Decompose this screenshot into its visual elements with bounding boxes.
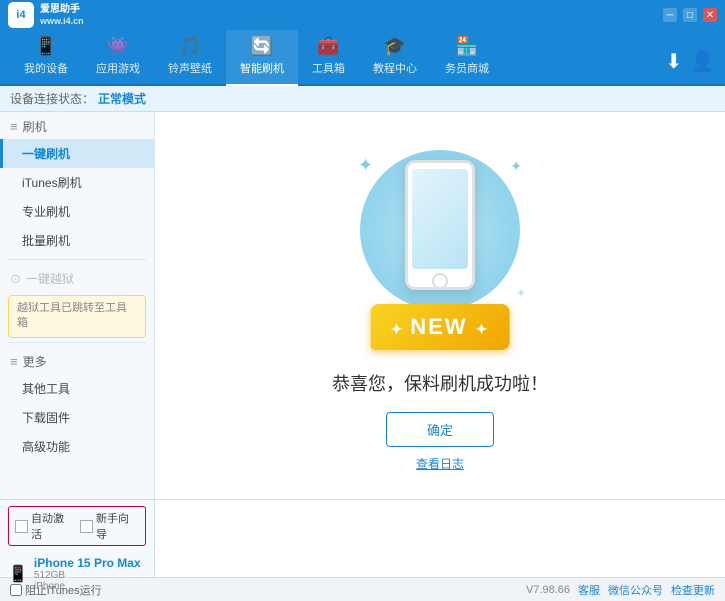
nav-bar: 📱 我的设备 👾 应用游戏 🎵 铃声壁纸 🔄 智能刷机 🧰 工具箱 🎓 教程中心… — [0, 30, 725, 86]
sidebar-item-itunes[interactable]: iTunes刷机 — [0, 168, 154, 197]
toolbox-icon: 🧰 — [317, 36, 339, 57]
ringtones-icon: 🎵 — [179, 36, 201, 57]
sidebar-divider-2 — [8, 342, 146, 343]
bottom-left: 自动激活 新手向导 📱 iPhone 15 Pro Max 512GB iPho… — [0, 500, 155, 577]
sidebar-item-other-tools[interactable]: 其他工具 — [0, 374, 154, 403]
tutorials-icon: 🎓 — [384, 36, 406, 57]
sidebar-item-download-fw[interactable]: 下载固件 — [0, 403, 154, 432]
status-bar: 设备连接状态： 正常模式 — [0, 86, 725, 112]
phone-home-button — [432, 273, 448, 289]
log-link[interactable]: 查看日志 — [416, 455, 464, 472]
window-controls[interactable]: ─ □ ✕ — [663, 8, 717, 22]
device-name: iPhone 15 Pro Max — [34, 556, 141, 570]
device-storage: 512GB — [34, 570, 141, 581]
auto-activate-checkbox[interactable] — [15, 520, 28, 533]
footer-version: V7.98.66 — [526, 584, 570, 596]
smart-flash-icon: 🔄 — [251, 36, 273, 57]
nav-tutorials[interactable]: 🎓 教程中心 — [359, 30, 431, 86]
sidebar-item-batch[interactable]: 批量刷机 — [0, 226, 154, 255]
jailbreak-section-icon: ⊙ — [10, 271, 21, 287]
sidebar-section-jailbreak: ⊙ 一键越狱 — [0, 264, 154, 291]
close-btn[interactable]: ✕ — [703, 8, 717, 22]
success-message: 恭喜您，保料刷机成功啦！ — [332, 370, 548, 396]
sparkle-br-icon: ✦ — [516, 286, 526, 300]
footer-link-wechat[interactable]: 微信公众号 — [608, 582, 663, 598]
nav-toolbox[interactable]: 🧰 工具箱 — [298, 30, 359, 86]
nav-ringtones[interactable]: 🎵 铃声壁纸 — [154, 30, 226, 86]
user-icon[interactable]: 👤 — [690, 49, 715, 74]
more-section-icon: ≡ — [10, 354, 18, 369]
sidebar-section-more: ≡ 更多 — [0, 347, 154, 374]
title-bar-right: ─ □ ✕ — [663, 8, 717, 22]
download-icon[interactable]: ⬇ — [665, 49, 682, 74]
jailbreak-notice: 越狱工具已跳转至工具箱 — [8, 295, 146, 338]
sidebar-item-one-click[interactable]: 一键刷机 — [0, 139, 154, 168]
new-badge: NEW — [371, 304, 510, 350]
itunes-block-checkbox[interactable] — [10, 584, 22, 596]
sidebar: ≡ 刷机 一键刷机 iTunes刷机 专业刷机 批量刷机 ⊙ 一键越狱 越狱工具… — [0, 112, 155, 499]
minimize-btn[interactable]: ─ — [663, 8, 677, 22]
itunes-block-label[interactable]: 阻止iTunes运行 — [10, 582, 102, 598]
maximize-btn[interactable]: □ — [683, 8, 697, 22]
content-area: ✦ ✦ ✦ NEW 恭喜您，保料刷机成功啦！ 确定 查看日志 — [155, 112, 725, 499]
checkbox-group: 自动激活 新手向导 — [8, 506, 146, 546]
logo-icon: i4 — [8, 2, 34, 28]
flash-section-icon: ≡ — [10, 119, 18, 134]
logo-text: 爱思助手 www.i4.cn — [40, 4, 84, 27]
sidebar-section-flash: ≡ 刷机 — [0, 112, 154, 139]
service-icon: 🏪 — [456, 36, 478, 57]
auto-activate-label[interactable]: 自动激活 — [15, 510, 74, 542]
sidebar-item-pro[interactable]: 专业刷机 — [0, 197, 154, 226]
status-label: 设备连接状态： — [10, 90, 94, 107]
nav-my-device[interactable]: 📱 我的设备 — [10, 30, 82, 86]
sidebar-item-advanced[interactable]: 高级功能 — [0, 432, 154, 461]
nav-apps-games[interactable]: 👾 应用游戏 — [82, 30, 154, 86]
sidebar-divider-1 — [8, 259, 146, 260]
my-device-icon: 📱 — [35, 36, 57, 57]
phone-body — [405, 160, 475, 290]
confirm-button[interactable]: 确定 — [386, 412, 494, 447]
main-layout: ≡ 刷机 一键刷机 iTunes刷机 专业刷机 批量刷机 ⊙ 一键越狱 越狱工具… — [0, 112, 725, 499]
bottom-section: 自动激活 新手向导 📱 iPhone 15 Pro Max 512GB iPho… — [0, 499, 725, 577]
sparkle-tr-icon: ✦ — [510, 158, 522, 175]
nav-service[interactable]: 🏪 务员商城 — [431, 30, 503, 86]
footer-link-update[interactable]: 检查更新 — [671, 582, 715, 598]
footer-link-service[interactable]: 客服 — [578, 582, 600, 598]
title-bar: i4 爱思助手 www.i4.cn ─ □ ✕ — [0, 0, 725, 30]
nav-smart-flash[interactable]: 🔄 智能刷机 — [226, 30, 298, 86]
phone-screen — [412, 169, 468, 269]
sparkle-tl-icon: ✦ — [358, 155, 373, 176]
phone-illustration: ✦ ✦ ✦ NEW — [340, 140, 540, 350]
guide-label[interactable]: 新手向导 — [80, 510, 139, 542]
status-value: 正常模式 — [98, 90, 146, 107]
bottom-right — [155, 500, 725, 577]
apps-games-icon: 👾 — [107, 36, 129, 57]
guide-checkbox[interactable] — [80, 520, 93, 533]
app-logo: i4 爱思助手 www.i4.cn — [8, 2, 84, 28]
